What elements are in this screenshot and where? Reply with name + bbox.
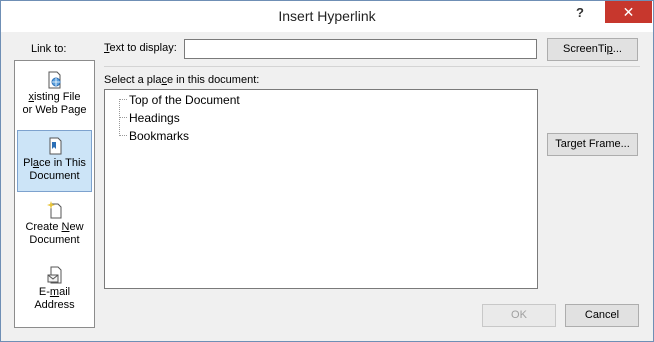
link-to-place-label-line2: Document [29,170,80,182]
dialog-title: Insert Hyperlink [278,8,376,24]
link-to-existing-file-label-line2: or Web Page [22,104,87,116]
new-document-icon [46,201,61,219]
screentip-button[interactable]: ScreenTip... [547,38,638,61]
link-to-label: Link to: [31,43,67,55]
link-to-place-in-document[interactable]: Place in This Document [17,130,92,192]
help-button[interactable]: ? [568,3,592,23]
link-to-panel: xisting File or Web Page Place in This D… [14,60,95,328]
link-to-email-address[interactable]: E-mail Address [17,260,92,322]
text-to-display-label: Text to display: [104,42,177,54]
header-divider [104,66,640,67]
link-to-create-new-label: Create New [25,221,84,233]
link-to-email-label-line2: Address [34,299,75,311]
link-to-create-new-document[interactable]: Create New Document [17,195,92,257]
file-globe-icon [48,71,60,89]
link-to-existing-file-label: xisting File [28,91,81,103]
select-place-label: Select a place in this document: [104,74,260,86]
insert-hyperlink-dialog: Insert Hyperlink ? ✕ Link to: xisting Fi… [0,0,654,342]
tree-item-label: Headings [129,111,180,125]
link-to-existing-file[interactable]: xisting File or Web Page [17,65,92,127]
tree-branch-line [119,135,127,136]
text-to-display-input[interactable] [184,39,537,59]
link-to-email-label: E-mail [38,286,71,298]
link-to-create-new-label-line2: Document [29,234,80,246]
email-icon [47,266,61,284]
link-to-place-label: Place in This [23,157,86,169]
ok-button[interactable]: OK [482,304,556,327]
close-button[interactable]: ✕ [605,1,652,23]
tree-item-label: Top of the Document [129,93,240,107]
target-frame-button[interactable]: Target Frame... [547,133,638,156]
cancel-button[interactable]: Cancel [565,304,639,327]
tree-branch-line [119,117,127,118]
dialog-body: Link to: xisting File or Web Page Place … [1,32,653,341]
tree-item-label: Bookmarks [129,129,190,143]
document-place-tree[interactable]: Top of the Document Headings Bookmarks [104,89,538,289]
tree-branch-line [119,99,127,100]
close-icon: ✕ [622,4,635,20]
document-bookmark-icon [49,137,61,155]
title-bar: Insert Hyperlink ? ✕ [1,1,653,32]
